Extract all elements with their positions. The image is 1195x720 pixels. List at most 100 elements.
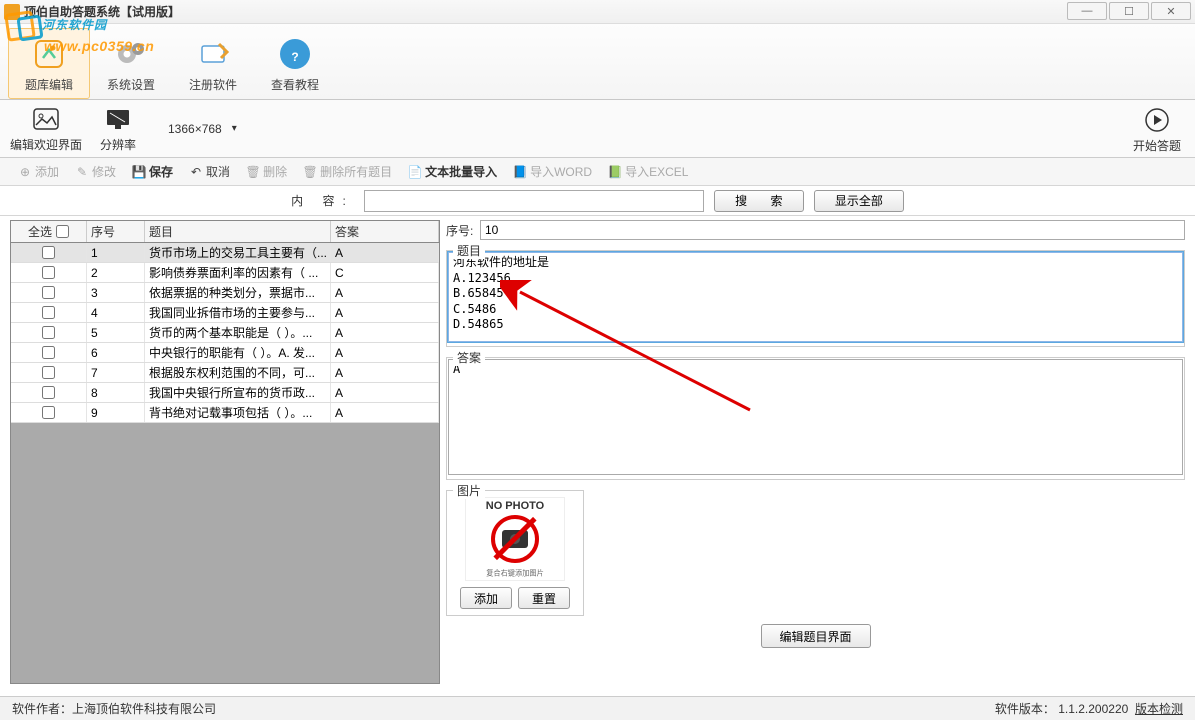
image-legend: 图片	[453, 482, 485, 499]
table-row[interactable]: 6中央银行的职能有（ ）。A. 发...A	[11, 343, 439, 363]
row-num: 4	[87, 303, 145, 322]
delete-button[interactable]: 🗑删除	[240, 161, 293, 182]
check-update-link[interactable]: 版本检测	[1135, 702, 1183, 716]
row-checkbox[interactable]	[42, 386, 55, 399]
no-photo-placeholder[interactable]: NO PHOTO 复合右键添加图片	[465, 497, 565, 581]
row-ans: A	[331, 243, 439, 262]
table-row[interactable]: 5货币的两个基本职能是（ ）。...A	[11, 323, 439, 343]
row-checkbox[interactable]	[42, 246, 55, 259]
start-answer-button[interactable]: 开始答题	[1133, 106, 1181, 154]
row-title: 依据票据的种类划分，票据市...	[145, 283, 331, 302]
row-checkbox[interactable]	[42, 286, 55, 299]
cancel-button[interactable]: ↶取消	[183, 161, 236, 182]
ribbon-question-bank-edit[interactable]: 题库编辑	[8, 28, 90, 99]
save-icon: 💾	[132, 165, 146, 179]
play-icon	[1143, 106, 1171, 134]
row-ans: A	[331, 363, 439, 382]
col-ans-header[interactable]: 答案	[331, 221, 439, 242]
resolution-selector[interactable]: 1366×768 ▾	[162, 120, 237, 138]
monitor-icon	[104, 105, 132, 133]
resolution-button[interactable]: 分辨率	[82, 105, 154, 153]
table-row[interactable]: 3依据票据的种类划分，票据市...A	[11, 283, 439, 303]
ribbon-tutorial[interactable]: ? 查看教程	[254, 28, 336, 99]
excel-icon: 📗	[608, 165, 622, 179]
seq-input[interactable]	[480, 220, 1185, 240]
pencil-icon: ✎	[75, 165, 89, 179]
import-excel-button[interactable]: 📗导入EXCEL	[602, 161, 694, 182]
svg-text:?: ?	[291, 50, 298, 64]
ribbon-toolbar: 题库编辑 系统设置 注册软件 ? 查看教程	[0, 24, 1195, 100]
row-ans: A	[331, 283, 439, 302]
row-checkbox[interactable]	[42, 266, 55, 279]
row-title: 根据股东权利范围的不同，可...	[145, 363, 331, 382]
maximize-button[interactable]: ☐	[1109, 2, 1149, 20]
row-num: 8	[87, 383, 145, 402]
add-button[interactable]: ⊕添加	[12, 161, 65, 182]
window-title: 顶伯自助答题系统【试用版】	[24, 3, 180, 20]
row-title: 货币市场上的交易工具主要有（...	[145, 243, 331, 262]
table-header: 全选 序号 题目 答案	[11, 221, 439, 243]
search-input[interactable]	[364, 190, 704, 212]
text-import-button[interactable]: 📄文本批量导入	[402, 161, 503, 182]
select-all-header[interactable]: 全选	[11, 221, 87, 242]
edit-welcome-button[interactable]: 编辑欢迎界面	[10, 105, 82, 153]
minimize-button[interactable]: —	[1067, 2, 1107, 20]
row-num: 7	[87, 363, 145, 382]
import-word-button[interactable]: 📘导入WORD	[507, 161, 598, 182]
row-num: 6	[87, 343, 145, 362]
row-checkbox[interactable]	[42, 366, 55, 379]
document-icon: 📄	[408, 165, 422, 179]
table-row[interactable]: 1货币市场上的交易工具主要有（...A	[11, 243, 439, 263]
row-checkbox[interactable]	[42, 326, 55, 339]
answer-legend: 答案	[453, 349, 485, 366]
row-title: 货币的两个基本职能是（ ）。...	[145, 323, 331, 342]
image-reset-button[interactable]: 重置	[518, 587, 570, 609]
question-textarea[interactable]	[448, 252, 1183, 342]
question-fieldset: 题目	[446, 250, 1185, 347]
plus-icon: ⊕	[18, 165, 32, 179]
col-num-header[interactable]: 序号	[87, 221, 145, 242]
search-button[interactable]: 搜 索	[714, 190, 804, 212]
image-icon	[32, 105, 60, 133]
answer-fieldset: 答案	[446, 357, 1185, 480]
row-num: 3	[87, 283, 145, 302]
answer-textarea[interactable]	[448, 359, 1183, 475]
image-fieldset: 图片 NO PHOTO 复合右键添加图片 添加 重置	[446, 490, 584, 616]
row-checkbox[interactable]	[42, 346, 55, 359]
close-button[interactable]: ✕	[1151, 2, 1191, 20]
row-checkbox[interactable]	[42, 406, 55, 419]
search-bar: 内 容: 搜 索 显示全部	[0, 186, 1195, 216]
row-ans: A	[331, 343, 439, 362]
question-table: 全选 序号 题目 答案 1货币市场上的交易工具主要有（...A2影响债券票面利率…	[10, 220, 440, 684]
row-title: 我国中央银行所宣布的货币政...	[145, 383, 331, 402]
undo-icon: ↶	[189, 165, 203, 179]
row-ans: C	[331, 263, 439, 282]
row-num: 1	[87, 243, 145, 262]
select-all-checkbox[interactable]	[56, 225, 69, 238]
table-row[interactable]: 8我国中央银行所宣布的货币政...A	[11, 383, 439, 403]
show-all-button[interactable]: 显示全部	[814, 190, 904, 212]
table-row[interactable]: 2影响债券票面利率的因素有（ ...C	[11, 263, 439, 283]
delete-all-button[interactable]: 🗑删除所有题目	[297, 161, 398, 182]
question-legend: 题目	[453, 242, 485, 259]
app-icon	[4, 4, 20, 20]
register-icon	[193, 34, 233, 74]
row-checkbox[interactable]	[42, 306, 55, 319]
row-title: 背书绝对记载事项包括（ ）。...	[145, 403, 331, 422]
detail-pane: 序号: 题目 答案 图片 NO PHOTO 复合右键添加图片 添加 重置 编辑题…	[446, 220, 1185, 684]
trash-icon: 🗑	[303, 165, 317, 179]
edit-question-ui-button[interactable]: 编辑题目界面	[761, 624, 871, 648]
ribbon-system-settings[interactable]: 系统设置	[90, 28, 172, 99]
save-button[interactable]: 💾保存	[126, 161, 179, 182]
table-row[interactable]: 4我国同业拆借市场的主要参与...A	[11, 303, 439, 323]
ribbon-register[interactable]: 注册软件	[172, 28, 254, 99]
row-ans: A	[331, 403, 439, 422]
modify-button[interactable]: ✎修改	[69, 161, 122, 182]
table-row[interactable]: 7根据股东权利范围的不同，可...A	[11, 363, 439, 383]
title-bar: 顶伯自助答题系统【试用版】 — ☐ ✕	[0, 0, 1195, 24]
table-row[interactable]: 9背书绝对记载事项包括（ ）。...A	[11, 403, 439, 423]
status-version: 软件版本： 1.1.2.200220 版本检测	[995, 700, 1183, 717]
row-title: 我国同业拆借市场的主要参与...	[145, 303, 331, 322]
image-add-button[interactable]: 添加	[460, 587, 512, 609]
col-title-header[interactable]: 题目	[145, 221, 331, 242]
